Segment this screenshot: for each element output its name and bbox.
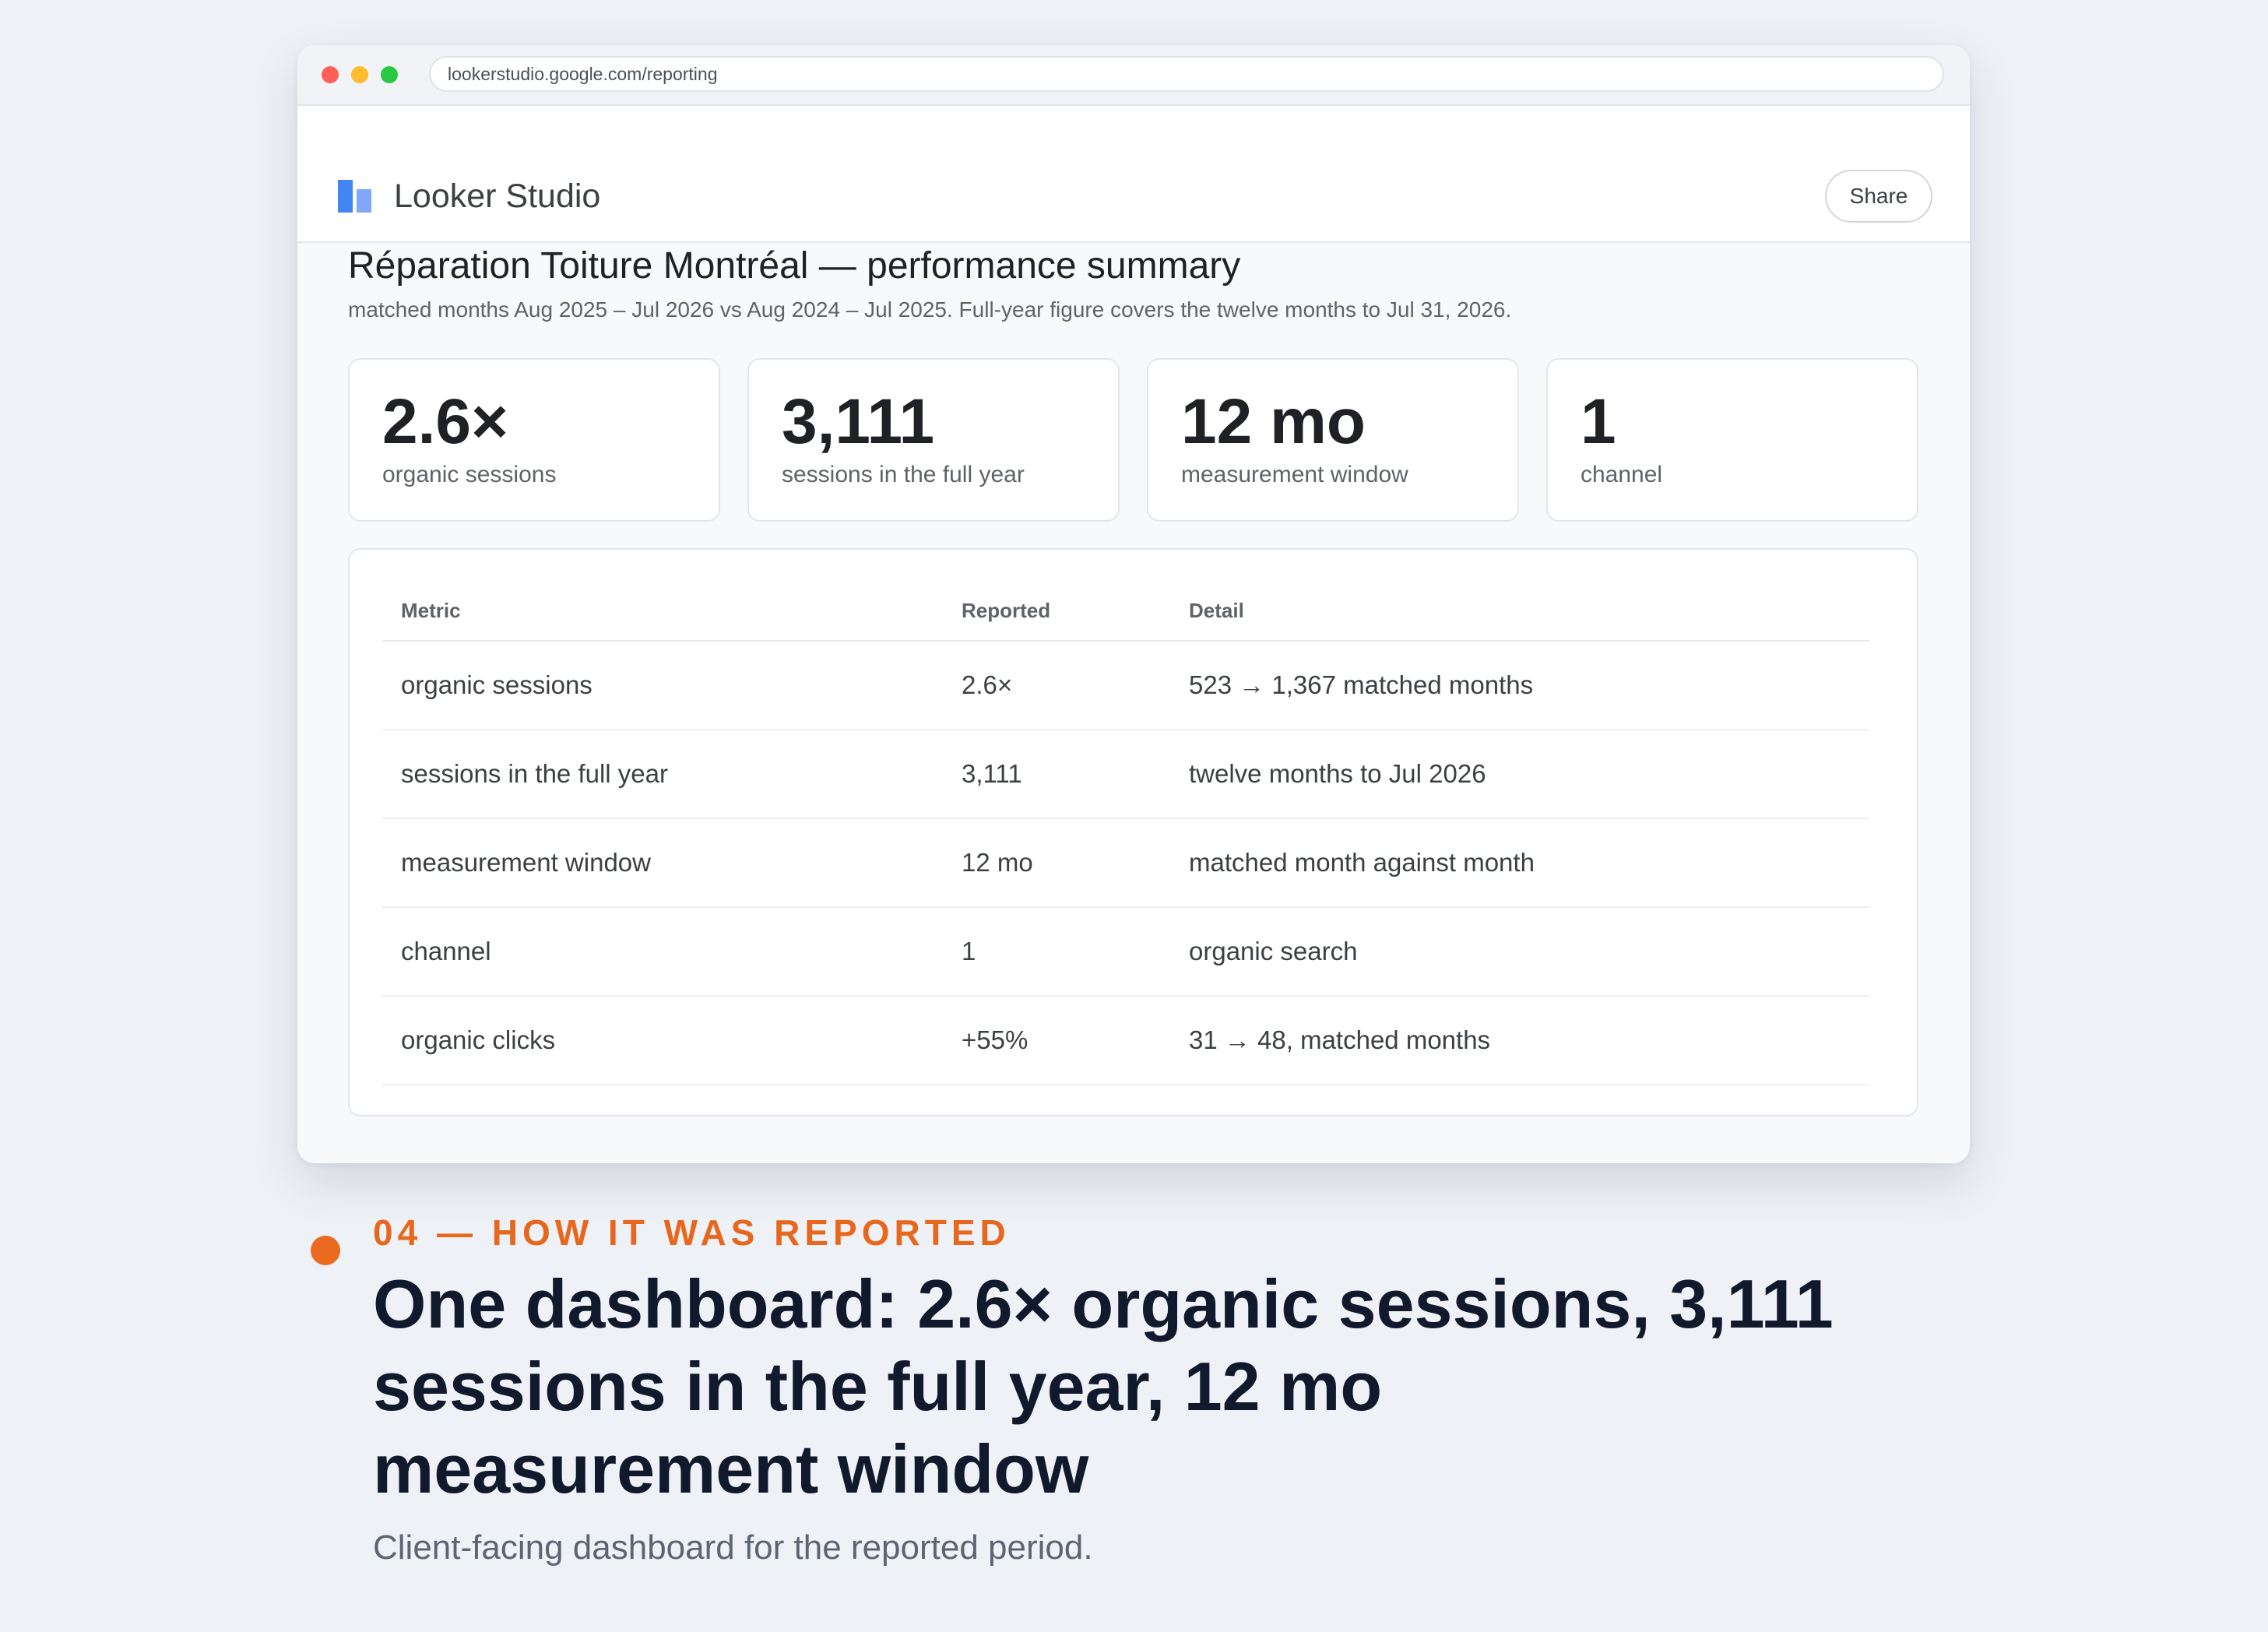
detail-cell: matched month against month [1189,848,1535,877]
table-row: organic clicks +55% 31 → 48, matched mon… [382,997,1869,1085]
report-subtitle: matched months Aug 2025 – Jul 2026 vs Au… [348,297,1512,322]
app-header: Looker Studio Share [297,106,1970,243]
close-window-icon[interactable] [322,66,339,83]
browser-toolbar: lookerstudio.google.com/reporting [297,45,1970,106]
reported-cell: 12 mo [962,848,1033,877]
looker-studio-logo-icon [338,180,374,216]
metric-cell: channel [401,937,491,965]
section-marker-icon [311,1236,340,1265]
kpi-label: channel [1581,462,1663,487]
share-button[interactable]: Share [1825,170,1932,223]
maximize-window-icon[interactable] [381,66,398,83]
kpi-value: 2.6× [382,386,508,457]
kpi-label: measurement window [1181,462,1408,487]
address-bar[interactable]: lookerstudio.google.com/reporting [429,56,1944,92]
reported-cell: +55% [962,1025,1029,1054]
metrics-table: Metric Reported Detail organic sessions … [348,548,1918,1117]
reported-cell: 3,111 [962,759,1022,788]
browser-window: lookerstudio.google.com/reporting Looker… [297,45,1970,1163]
reported-cell: 1 [962,937,976,965]
kpi-value: 12 mo [1181,386,1366,457]
app-name: Looker Studio [394,178,601,215]
kpi-card-channel: 1 channel [1546,358,1918,522]
metric-cell: organic clicks [401,1025,556,1054]
kpi-card-organic-sessions: 2.6× organic sessions [348,358,720,522]
kpi-label: organic sessions [382,462,557,487]
metric-cell: sessions in the full year [401,759,669,788]
kpi-value: 3,111 [782,386,935,457]
table-row: measurement window 12 mo matched month a… [382,819,1869,908]
table-row: sessions in the full year 3,111 twelve m… [382,730,1869,819]
column-header-detail[interactable]: Detail [1189,596,1244,624]
kpi-card-measurement-window: 12 mo measurement window [1147,358,1519,522]
kpi-card-full-year-sessions: 3,111 sessions in the full year [747,358,1120,522]
section-headline: One dashboard: 2.6× organic sessions, 3,… [373,1265,1834,1507]
column-header-reported[interactable]: Reported [962,596,1050,624]
kpi-value: 1 [1581,386,1616,457]
table-row: channel 1 organic search [382,908,1869,997]
metric-cell: organic sessions [401,670,592,699]
table-row: organic sessions 2.6× 523 → 1,367 matche… [382,642,1869,730]
detail-cell: 31 → 48, matched months [1189,1025,1491,1054]
detail-cell: 523 → 1,367 matched months [1189,670,1534,699]
section-caption: Client-facing dashboard for the reported… [373,1528,1093,1567]
table-header: Metric Reported Detail [382,578,1869,642]
kpi-label: sessions in the full year [782,462,1025,487]
reported-cell: 2.6× [962,670,1013,699]
section-eyebrow: 04 — HOW IT WAS REPORTED [373,1212,1011,1253]
minimize-window-icon[interactable] [351,66,368,83]
report-title: Réparation Toiture Montréal — performanc… [348,245,1241,287]
detail-cell: twelve months to Jul 2026 [1189,759,1486,788]
column-header-metric[interactable]: Metric [401,596,461,624]
metric-cell: measurement window [401,848,651,877]
detail-cell: organic search [1189,937,1358,965]
